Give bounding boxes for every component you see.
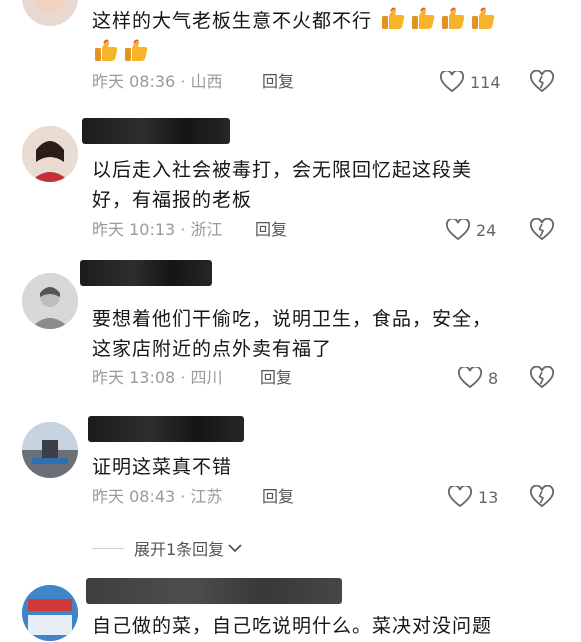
divider xyxy=(92,547,124,549)
thumbs-up-emoji xyxy=(472,7,495,30)
comment-text: 自己做的菜，自己吃说明什么。菜决对没问题 xyxy=(92,615,493,637)
broken-heart-icon[interactable] xyxy=(530,70,554,94)
like-count: 8 xyxy=(488,368,499,388)
comment-time-location: 昨天 08:36 · 山西 xyxy=(92,72,223,91)
expand-replies-label: 展开1条回复 xyxy=(134,540,225,559)
comment-text: 以后走入社会被毒打，会无限回忆起这段美 xyxy=(92,159,473,181)
thumbs-up-emoji xyxy=(382,7,405,30)
comment-text-line2 xyxy=(92,36,551,69)
comment-text: 要想着他们干偷吃，说明卫生，食品，安全， xyxy=(92,308,493,330)
avatar[interactable] xyxy=(22,273,78,329)
comment-time-location: 昨天 08:43 · 江苏 xyxy=(92,487,223,506)
comment-text-line2: 这家店附近的点外卖有福了 xyxy=(92,338,333,360)
like-button[interactable]: 8 xyxy=(458,366,498,390)
redacted-username xyxy=(88,416,244,442)
expand-replies-button[interactable]: 展开1条回复 xyxy=(92,536,242,560)
like-count: 24 xyxy=(476,220,497,240)
avatar[interactable] xyxy=(22,422,78,478)
broken-heart-icon[interactable] xyxy=(530,218,554,242)
reply-button[interactable]: 回复 xyxy=(260,366,292,390)
thumbs-up-emoji-group xyxy=(92,39,152,64)
avatar[interactable] xyxy=(22,585,78,641)
redacted-username xyxy=(86,578,342,604)
comment-time-location: 昨天 10:13 · 浙江 xyxy=(92,220,223,239)
heart-outline-icon xyxy=(458,367,482,389)
like-button[interactable]: 13 xyxy=(448,485,498,509)
comment-text: 证明这菜真不错 xyxy=(92,456,233,478)
heart-outline-icon xyxy=(448,486,472,508)
like-count: 13 xyxy=(478,487,499,507)
thumbs-up-emoji xyxy=(95,39,118,61)
redacted-username xyxy=(82,118,230,144)
heart-outline-icon xyxy=(446,219,470,241)
like-count: 114 xyxy=(470,72,501,92)
comment-time-location: 昨天 13:08 · 四川 xyxy=(92,368,223,387)
reply-button[interactable]: 回复 xyxy=(262,485,294,509)
thumbs-up-emoji xyxy=(442,7,465,30)
avatar[interactable] xyxy=(22,126,78,182)
comment-text-line2: 好，有福报的老板 xyxy=(92,189,253,211)
thumbs-up-emoji xyxy=(412,7,435,30)
redacted-username xyxy=(80,260,212,286)
comment-text: 这样的大气老板生意不火都不行 xyxy=(92,4,551,37)
like-button[interactable]: 24 xyxy=(446,218,496,242)
chevron-down-icon xyxy=(228,544,242,553)
broken-heart-icon[interactable] xyxy=(530,485,554,509)
reply-button[interactable]: 回复 xyxy=(255,218,287,242)
thumbs-up-emoji xyxy=(125,39,148,61)
reply-button[interactable]: 回复 xyxy=(262,70,294,94)
thumbs-up-emoji-group xyxy=(379,7,499,32)
heart-outline-icon xyxy=(440,71,464,93)
like-button[interactable]: 114 xyxy=(440,70,501,94)
avatar[interactable] xyxy=(22,0,78,26)
broken-heart-icon[interactable] xyxy=(530,366,554,390)
